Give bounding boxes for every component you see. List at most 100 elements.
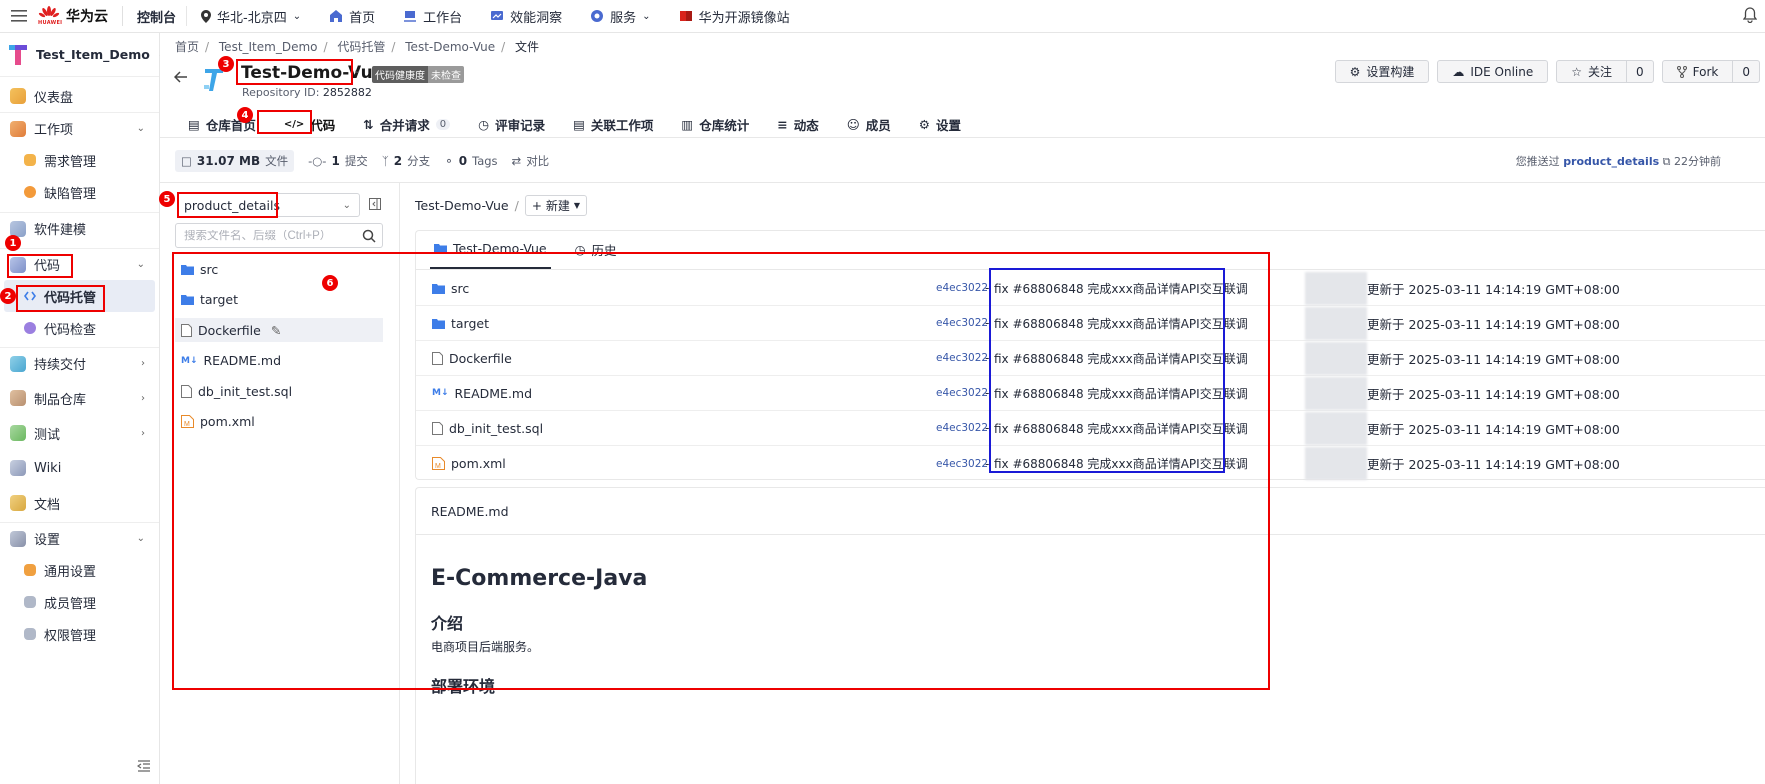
sidebar-item-workitems[interactable]: 工作项 ⌄ [0,112,159,144]
pushed-branch-link[interactable]: product_details [1563,155,1659,168]
annotation-badge: 5 [159,191,175,207]
sidebar-item-permission-mgmt[interactable]: 权限管理 [0,618,159,650]
file-search-input[interactable] [184,229,354,242]
breadcrumb-repo-hosting[interactable]: 代码托管 [337,40,385,54]
sidebar-item-wiki[interactable]: Wiki [0,452,159,484]
breadcrumb-repo[interactable]: Test-Demo-Vue [405,40,495,54]
sidebar-item-modeling[interactable]: 软件建模 [0,212,159,244]
chevron-right-icon: › [141,392,145,404]
console-link[interactable]: 控制台 [123,0,186,33]
annotation-badge: 1 [5,235,21,251]
sidebar-item-dashboard[interactable]: 仪表盘 [0,80,159,112]
tab-statistics[interactable]: ▥ 仓库统计 [667,113,763,135]
tab-reviews[interactable]: ◷ 评审记录 [464,113,559,135]
breadcrumb-home[interactable]: 首页 [175,40,199,54]
build-settings-button[interactable]: ⚙ 设置构建 [1334,60,1430,83]
tab-members[interactable]: ☺ 成员 [833,113,905,135]
location-pin-icon [201,9,212,23]
repo-size-stat[interactable]: □ 31.07 MB 文件 [175,150,295,172]
star-icon: ☆ [1571,64,1582,79]
sidebar-item-label: 仪表盘 [34,90,74,106]
breadcrumb-project[interactable]: Test_Item_Demo [219,40,318,54]
artifact-icon [10,390,26,406]
sidebar-item-label: 需求管理 [44,154,97,170]
home-icon [330,10,343,22]
chevron-down-icon: ⌄ [342,199,351,211]
annotation-box-commit-messages [989,268,1225,473]
brand-name: 华为云 [66,9,108,25]
tab-activity[interactable]: ≡ 动态 [763,113,833,135]
sidebar-item-codecheck[interactable]: 代码检查 [0,312,159,344]
docs-icon [10,495,26,511]
sidebar-nav: 仪表盘 工作项 ⌄ 需求管理 缺陷管理 软件建模 代码 ⌄ 代码托管 代码检查 … [0,80,159,650]
services-icon [591,10,604,22]
compare-stat[interactable]: ⇄ 对比 [512,150,550,172]
chevron-down-icon[interactable]: ⌄ [353,65,361,76]
tab-settings[interactable]: ⚙ 设置 [905,113,975,135]
updated-time: 更新于 2025-03-11 14:14:19 GMT+08:00 [1367,316,1620,332]
sidebar-item-label: 制品仓库 [34,392,87,408]
sidebar-item-delivery[interactable]: 持续交付 › [0,347,159,379]
project-selector[interactable]: Test_Item_Demo ⌄ [0,33,166,77]
file-icon: □ [181,154,192,168]
dashboard-icon [10,88,26,104]
workitem-icon [10,120,26,137]
region-label: 华北-北京四 [217,10,287,26]
sidebar-item-docs[interactable]: 文档 [0,487,159,519]
tag-icon: ⚬ [444,154,454,168]
tab-linked-workitems[interactable]: ▤ 关联工作项 [559,113,667,135]
fork-button[interactable]: Fork 0 [1661,60,1760,83]
collapse-sidebar-icon[interactable] [137,760,151,772]
tab-repo-home[interactable]: ▤ 仓库首页 [174,113,270,135]
repo-size: 31.07 MB [196,154,261,168]
nav-mirror[interactable]: 华为开源镜像站 [665,0,804,33]
bell-icon[interactable] [1743,7,1757,23]
tags-stat[interactable]: ⚬ 0 Tags [444,150,497,172]
nav-insight[interactable]: 效能洞察 [476,0,576,33]
watch-button[interactable]: ☆ 关注 0 [1556,60,1654,83]
nav-home-label: 首页 [349,10,376,26]
menu-icon[interactable] [0,0,38,33]
new-file-button[interactable]: + 新建 ▼ [524,195,588,216]
project-logo-icon [8,44,28,66]
back-arrow-icon[interactable] [174,71,188,83]
ide-online-button[interactable]: ☁ IDE Online [1437,60,1549,83]
nav-workbench[interactable]: 工作台 [389,0,476,33]
updated-time: 更新于 2025-03-11 14:14:19 GMT+08:00 [1367,386,1620,402]
project-name: Test_Item_Demo [36,47,150,62]
permission-mgmt-icon [24,628,36,640]
branches-stat[interactable]: ᛉ 2 分支 [382,150,430,172]
updated-time: 更新于 2025-03-11 14:14:19 GMT+08:00 [1367,281,1620,297]
sidebar-item-requirements[interactable]: 需求管理 [0,144,159,176]
branch-label: 分支 [407,154,431,168]
sidebar-item-member-mgmt[interactable]: 成员管理 [0,586,159,618]
commits-stat[interactable]: -○- 1 提交 [308,150,368,172]
tab-merge-requests[interactable]: ⇅ 合并请求 0 [349,113,464,135]
tab-label: 评审记录 [495,117,546,133]
chevron-right-icon: › [141,358,145,369]
file-path: Test-Demo-Vue / + 新建 ▼ [415,195,588,216]
toggle-panel-icon[interactable] [368,197,382,211]
copy-icon[interactable]: ⧉ [1663,155,1671,168]
region-selector[interactable]: 华北-北京四 ⌄ [186,6,315,26]
health-value: 未检查 [428,66,464,83]
updated-time: 更新于 2025-03-11 14:14:19 GMT+08:00 [1367,421,1620,437]
file-path-root[interactable]: Test-Demo-Vue [415,198,509,213]
search-icon[interactable] [362,229,376,243]
sidebar-item-settings[interactable]: 设置 ⌄ [0,522,159,554]
fork-icon [1676,65,1687,78]
sidebar-item-defects[interactable]: 缺陷管理 [0,176,159,208]
requirement-icon [24,154,36,166]
nav-home[interactable]: 首页 [315,0,389,33]
nav-services[interactable]: 服务 ⌄ [576,0,664,33]
sidebar-item-artifacts[interactable]: 制品仓库 › [0,382,159,414]
sidebar-item-label: 缺陷管理 [44,186,97,202]
tab-label: 关联工作项 [590,117,654,133]
sidebar-item-label: 工作项 [34,123,74,138]
huawei-logo[interactable]: HUAWEI 华为云 [38,6,123,26]
sidebar-item-general-settings[interactable]: 通用设置 [0,554,159,586]
tab-divider [160,137,1765,138]
clock-icon: ◷ [478,116,490,132]
sidebar-item-testing[interactable]: 测试 › [0,417,159,449]
code-health-badge[interactable]: 代码健康度 未检查 [372,66,464,83]
